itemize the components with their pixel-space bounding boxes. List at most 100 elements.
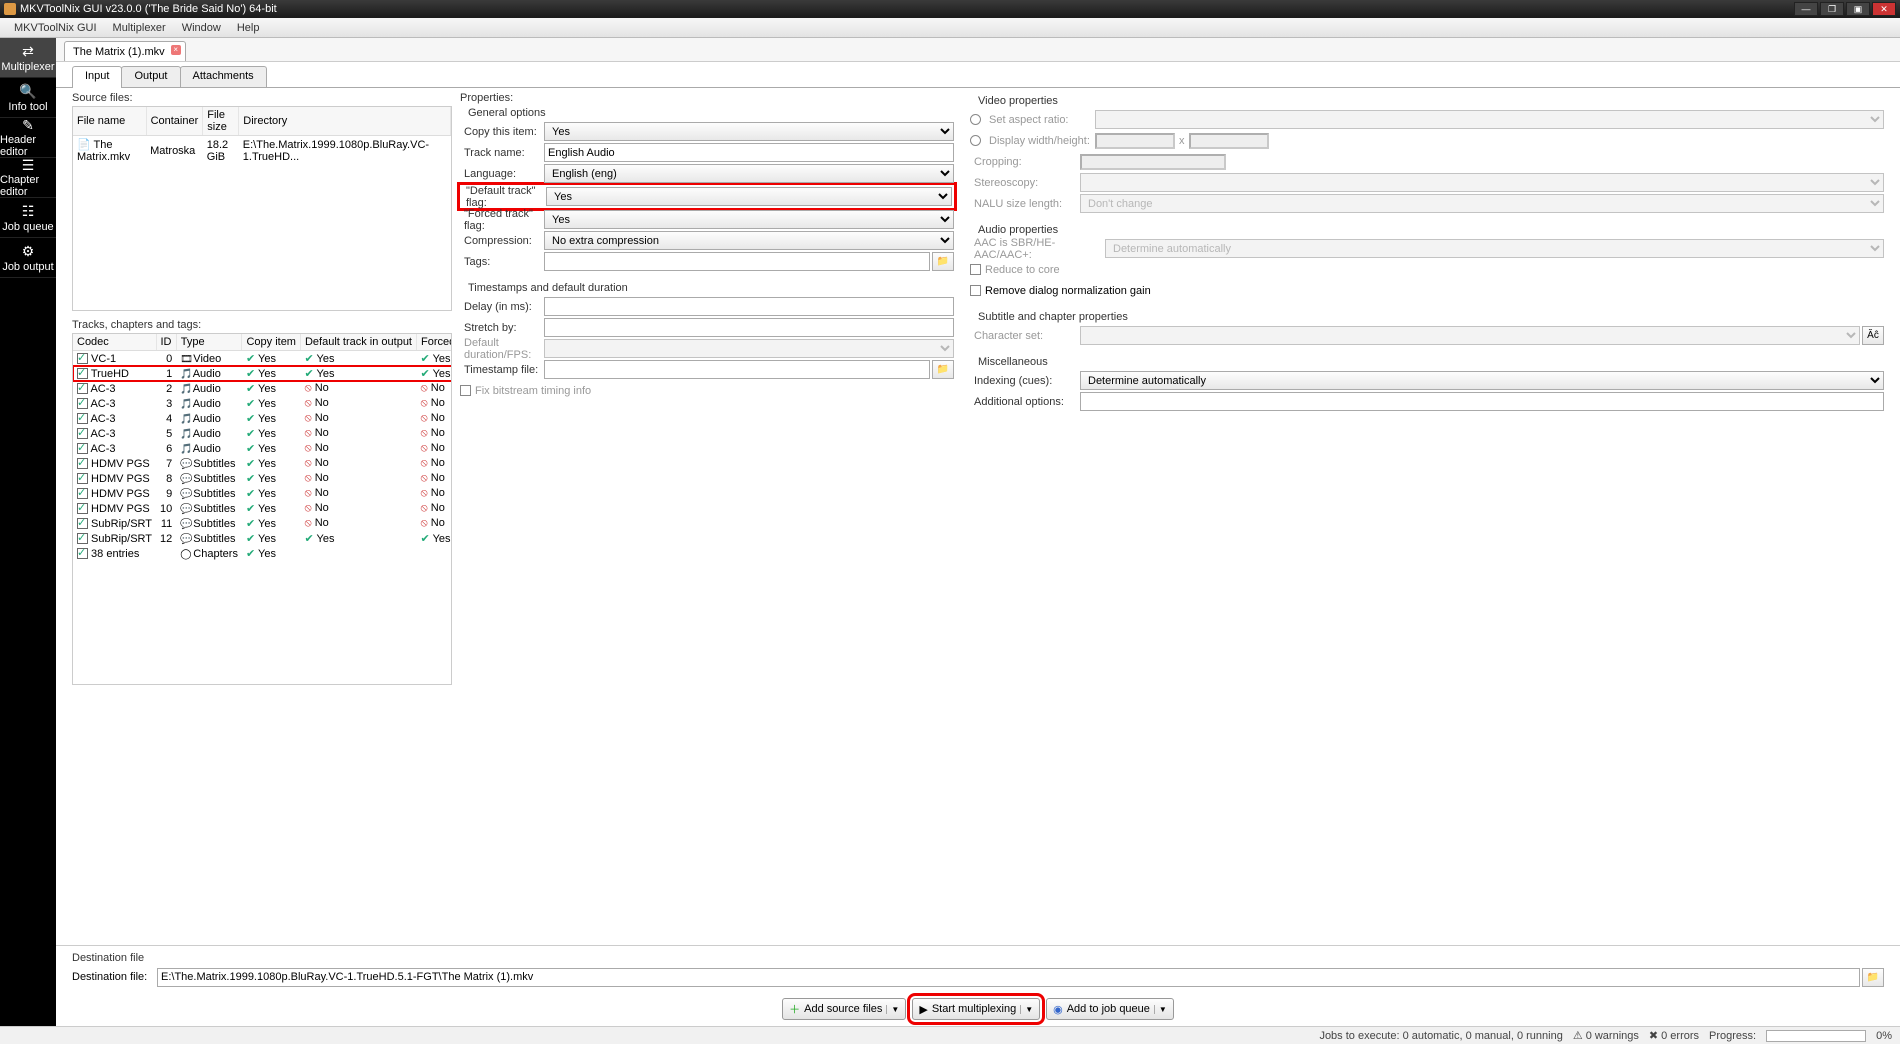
tool-job-queue[interactable]: ☷Job queue [0,198,56,238]
job-queue-icon: ☷ [18,203,38,221]
aspect-select [1095,110,1884,129]
video-properties-label: Video properties [970,95,1884,107]
track-row[interactable]: HDMV PGS7💬 Subtitles✔ Yes⦸ No⦸ No [73,456,452,471]
nalu-select: Don't change [1080,194,1884,213]
track-row[interactable]: AC-36🎵 Audio✔ Yes⦸ No⦸ No [73,441,452,456]
track-checkbox[interactable] [77,458,88,469]
track-row[interactable]: SubRip/SRT12💬 Subtitles✔ Yes✔ Yes✔ Yes [73,531,452,546]
tool-chapter-editor[interactable]: ☰Chapter editor [0,158,56,198]
forced-track-select[interactable]: Yes [544,210,954,229]
track-checkbox[interactable] [77,353,88,364]
track-row[interactable]: AC-35🎵 Audio✔ Yes⦸ No⦸ No [73,426,452,441]
destination-input[interactable] [157,968,1860,987]
display-radio[interactable] [970,135,981,146]
progress-pct: 0% [1876,1030,1892,1042]
track-checkbox[interactable] [77,473,88,484]
delay-input[interactable] [544,297,954,316]
play-icon: ▶ [919,1003,927,1016]
tool-header-editor[interactable]: ✎Header editor [0,118,56,158]
track-checkbox[interactable] [77,548,88,559]
progress-bar [1766,1030,1866,1042]
minimize-button[interactable]: — [1794,2,1818,16]
add-to-job-queue-button[interactable]: ◉Add to job queue▼ [1046,998,1174,1020]
track-name-input[interactable] [544,143,954,162]
default-track-select[interactable]: Yes [546,187,952,206]
track-row[interactable]: HDMV PGS9💬 Subtitles✔ Yes⦸ No⦸ No [73,486,452,501]
tags-browse-button[interactable]: 📁 [932,252,954,271]
menu-multiplexer[interactable]: Multiplexer [105,20,174,36]
track-row[interactable]: AC-34🎵 Audio✔ Yes⦸ No⦸ No [73,411,452,426]
reduce-core-checkbox[interactable] [970,264,981,275]
statusbar: Jobs to execute: 0 automatic, 0 manual, … [0,1026,1900,1044]
tool-job-output[interactable]: ⚙Job output [0,238,56,278]
menu-window[interactable]: Window [174,20,229,36]
maximize-button[interactable]: ❐ [1820,2,1844,16]
source-files-label: Source files: [72,92,452,104]
menu-help[interactable]: Help [229,20,268,36]
fix-bitstream-checkbox[interactable] [460,385,471,396]
track-row[interactable]: SubRip/SRT11💬 Subtitles✔ Yes⦸ No⦸ No [73,516,452,531]
start-multiplexing-button[interactable]: ▶Start multiplexing▼ [912,998,1040,1020]
tab-input[interactable]: Input [72,66,122,88]
indexing-select[interactable]: Determine automatically [1080,371,1884,390]
close-button[interactable]: ✕ [1872,2,1896,16]
dropdown-icon[interactable]: ▼ [886,1005,899,1014]
timestamp-file-input[interactable] [544,360,930,379]
close-tab-icon[interactable]: × [171,45,181,55]
track-row[interactable]: AC-33🎵 Audio✔ Yes⦸ No⦸ No [73,396,452,411]
source-file-row[interactable]: 📄 The Matrix.mkvMatroska18.2 GiBE:\The.M… [73,136,451,166]
track-checkbox[interactable] [77,428,88,439]
charset-button[interactable]: Ăĉ [1862,326,1884,345]
track-checkbox[interactable] [77,413,88,424]
track-row[interactable]: HDMV PGS10💬 Subtitles✔ Yes⦸ No⦸ No [73,501,452,516]
stretch-input[interactable] [544,318,954,337]
multiplexer-icon: ⇄ [18,43,38,61]
dropdown-icon[interactable]: ▼ [1154,1005,1167,1014]
compression-select[interactable]: No extra compression [544,231,954,250]
dropdown-icon[interactable]: ▼ [1020,1005,1033,1014]
track-checkbox[interactable] [77,533,88,544]
track-checkbox[interactable] [77,398,88,409]
destination-browse-button[interactable]: 📁 [1862,968,1884,987]
remove-dialog-checkbox[interactable] [970,285,981,296]
tab-attachments[interactable]: Attachments [180,66,267,88]
error-icon: ✖ [1649,1029,1658,1042]
tags-input[interactable] [544,252,930,271]
track-checkbox[interactable] [77,518,88,529]
tracks-table[interactable]: Codec ID Type Copy item Default track in… [72,333,452,685]
track-checkbox[interactable] [77,368,88,379]
aspect-radio[interactable] [970,114,981,125]
info-icon: 🔍 [18,83,38,101]
track-checkbox[interactable] [77,488,88,499]
track-row[interactable]: TrueHD1🎵 Audio✔ Yes✔ Yes✔ Yes [73,366,452,381]
tab-output[interactable]: Output [121,66,180,88]
plus-icon: ＋ [789,1001,800,1017]
chapter-editor-icon: ☰ [18,157,38,174]
tool-info[interactable]: 🔍Info tool [0,78,56,118]
tool-multiplexer[interactable]: ⇄Multiplexer [0,38,56,78]
track-checkbox[interactable] [77,503,88,514]
add-source-files-button[interactable]: ＋Add source files▼ [782,998,906,1020]
subtitle-properties-label: Subtitle and chapter properties [970,311,1884,323]
warning-icon: ⚠ [1573,1029,1583,1042]
track-row[interactable]: VC-10🎞 Video✔ Yes✔ Yes✔ Yes [73,351,452,367]
restore-button[interactable]: ▣ [1846,2,1870,16]
general-options-label: General options [460,107,954,119]
track-checkbox[interactable] [77,383,88,394]
menu-app[interactable]: MKVToolNix GUI [6,20,105,36]
status-warnings: ⚠0 warnings [1573,1029,1639,1042]
track-checkbox[interactable] [77,443,88,454]
track-row[interactable]: 38 entries◯ Chapters✔ Yes [73,546,452,561]
language-select[interactable]: English (eng) [544,164,954,183]
status-progress-label: Progress: [1709,1030,1756,1042]
stereo-select [1080,173,1884,192]
track-row[interactable]: HDMV PGS8💬 Subtitles✔ Yes⦸ No⦸ No [73,471,452,486]
disp-h-input [1189,133,1269,149]
window-title: MKVToolNix GUI v23.0.0 ('The Bride Said … [20,3,1792,15]
copy-item-select[interactable]: Yes [544,122,954,141]
timestamp-browse-button[interactable]: 📁 [932,360,954,379]
file-tab[interactable]: The Matrix (1).mkv × [64,41,186,61]
source-files-table[interactable]: File name Container File size Directory … [72,106,452,311]
additional-options-input[interactable] [1080,392,1884,411]
track-row[interactable]: AC-32🎵 Audio✔ Yes⦸ No⦸ No [73,381,452,396]
